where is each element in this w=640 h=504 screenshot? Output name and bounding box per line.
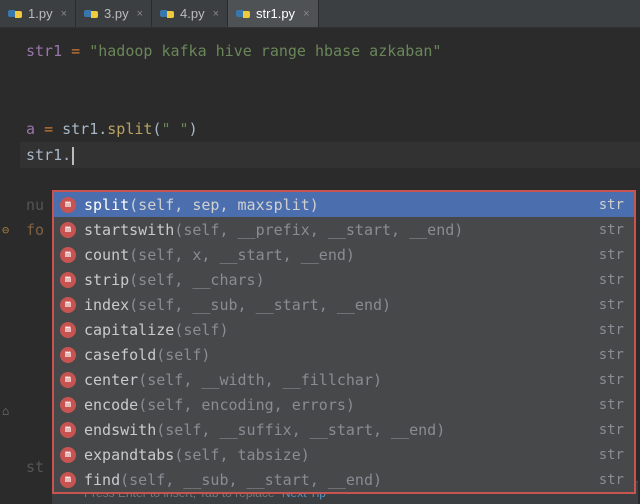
completion-name: split <box>84 196 129 214</box>
completion-return-type: str <box>599 447 624 463</box>
completion-return-type: str <box>599 247 624 263</box>
completion-return-type: str <box>599 197 624 213</box>
completion-item[interactable]: m casefold(self) str <box>54 342 634 367</box>
completion-item[interactable]: mencode(self, encoding, errors) str <box>54 392 634 417</box>
faded-text: st <box>26 458 44 476</box>
gutter-mark-icon: ⌂ <box>2 404 9 418</box>
text-cursor <box>72 147 74 165</box>
completion-return-type: str <box>599 322 624 338</box>
autocomplete-popup[interactable]: msplit(self, sep, maxsplit)strmstartswit… <box>52 190 636 494</box>
method-icon: m <box>60 472 76 488</box>
tab-bar: 1.py × 3.py × 4.py × str1.py × <box>0 0 640 28</box>
completion-item[interactable]: msplit(self, sep, maxsplit) str <box>54 192 634 217</box>
completion-params: (self, __sub, __start, __end) <box>129 296 391 314</box>
code-line <box>20 90 640 116</box>
method-icon: m <box>60 222 76 238</box>
completion-name: index <box>84 296 129 314</box>
completion-params: (self, __suffix, __start, __end) <box>156 421 445 439</box>
completion-name: count <box>84 246 129 264</box>
completion-params: (self, __sub, __start, __end) <box>120 471 382 489</box>
code-line: a = str1.split(" ") <box>20 116 640 142</box>
python-icon <box>8 7 22 21</box>
tab-label: 4.py <box>180 6 205 21</box>
method-icon: m <box>60 347 76 363</box>
completion-return-type: str <box>599 272 624 288</box>
python-icon <box>84 7 98 21</box>
completion-params: (self, tabsize) <box>174 446 309 464</box>
completion-name: endswith <box>84 421 156 439</box>
completion-item[interactable]: mfind(self, __sub, __start, __end) str <box>54 467 634 492</box>
completion-name: center <box>84 371 138 389</box>
method-icon: m <box>60 422 76 438</box>
completion-params: (self, sep, maxsplit) <box>129 196 319 214</box>
completion-item[interactable]: mstrip(self, __chars) str <box>54 267 634 292</box>
tab-label: 3.py <box>104 6 129 21</box>
completion-return-type: str <box>599 297 624 313</box>
completion-item[interactable]: mcount(self, x, __start, __end) str <box>54 242 634 267</box>
completion-name: encode <box>84 396 138 414</box>
completion-params: (self, __prefix, __start, __end) <box>174 221 463 239</box>
close-icon[interactable]: × <box>61 8 67 20</box>
completion-params: (self, __chars) <box>129 271 264 289</box>
tab-4[interactable]: 4.py × <box>152 0 228 27</box>
tab-label: 1.py <box>28 6 53 21</box>
code-editor[interactable]: str1 = "hadoop kafka hive range hbase az… <box>0 28 640 504</box>
method-icon: m <box>60 322 76 338</box>
completion-params: (self, x, __start, __end) <box>129 246 355 264</box>
completion-params: (self) <box>156 346 210 364</box>
completion-params: (self, __width, __fillchar) <box>138 371 382 389</box>
python-icon <box>236 7 250 21</box>
method-icon: m <box>60 397 76 413</box>
completion-name: casefold <box>84 346 156 364</box>
code-line: str1 = "hadoop kafka hive range hbase az… <box>20 38 640 64</box>
completion-return-type: str <box>599 372 624 388</box>
completion-return-type: str <box>599 472 624 488</box>
completion-params: (self, encoding, errors) <box>138 396 355 414</box>
completion-return-type: str <box>599 347 624 363</box>
completion-return-type: str <box>599 422 624 438</box>
close-icon[interactable]: × <box>303 8 309 20</box>
code-line-active: str1. <box>20 142 640 168</box>
completion-name: find <box>84 471 120 489</box>
completion-name: startswith <box>84 221 174 239</box>
tab-str1[interactable]: str1.py × <box>228 0 318 27</box>
close-icon[interactable]: × <box>137 8 143 20</box>
completion-item[interactable]: m expandtabs(self, tabsize) str <box>54 442 634 467</box>
python-icon <box>160 7 174 21</box>
completion-name: expandtabs <box>84 446 174 464</box>
completion-return-type: str <box>599 222 624 238</box>
gutter-mark-icon: ⊖ <box>2 223 9 237</box>
completion-item[interactable]: mindex(self, __sub, __start, __end) str <box>54 292 634 317</box>
method-icon: m <box>60 372 76 388</box>
tab-1[interactable]: 1.py × <box>0 0 76 27</box>
method-icon: m <box>60 297 76 313</box>
completion-item[interactable]: m startswith(self, __prefix, __start, __e… <box>54 217 634 242</box>
faded-text: nu <box>26 196 44 214</box>
completion-item[interactable]: mcenter(self, __width, __fillchar) str <box>54 367 634 392</box>
completion-item[interactable]: m capitalize(self) str <box>54 317 634 342</box>
method-icon: m <box>60 272 76 288</box>
method-icon: m <box>60 447 76 463</box>
completion-item[interactable]: m endswith(self, __suffix, __start, __end… <box>54 417 634 442</box>
method-icon: m <box>60 197 76 213</box>
tab-3[interactable]: 3.py × <box>76 0 152 27</box>
completion-name: strip <box>84 271 129 289</box>
completion-return-type: str <box>599 397 624 413</box>
faded-text: fo <box>26 221 44 239</box>
close-icon[interactable]: × <box>213 8 219 20</box>
method-icon: m <box>60 247 76 263</box>
tab-label: str1.py <box>256 6 295 21</box>
completion-params: (self) <box>174 321 228 339</box>
code-line <box>20 64 640 90</box>
completion-name: capitalize <box>84 321 174 339</box>
